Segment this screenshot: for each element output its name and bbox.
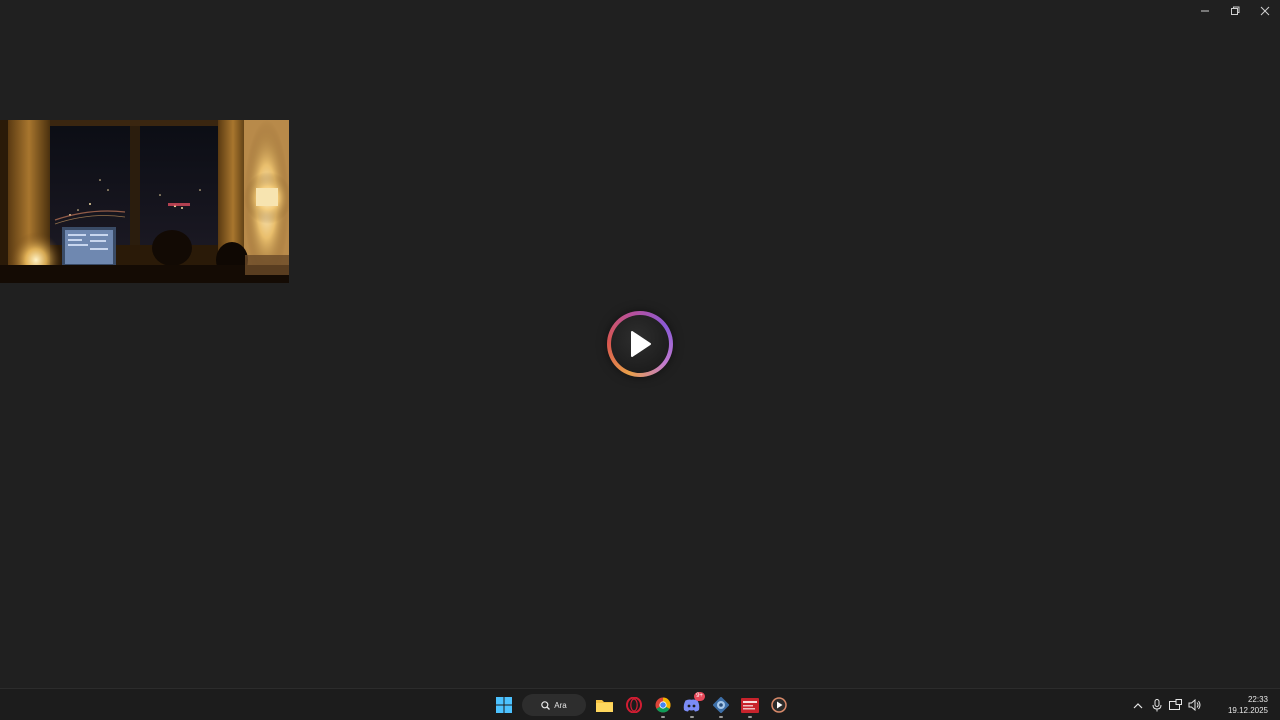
system-tray: 22:33 19.12.2025 [1128, 689, 1280, 720]
network-icon [1169, 699, 1182, 710]
restore-button[interactable] [1220, 0, 1250, 22]
window-controls [1190, 0, 1280, 22]
clock[interactable]: 22:33 19.12.2025 [1204, 694, 1280, 716]
running-indicator [660, 716, 665, 718]
taskbar-chrome[interactable] [648, 690, 677, 720]
opera-icon [625, 697, 642, 713]
minimize-icon [1201, 10, 1209, 12]
close-icon [1260, 6, 1270, 16]
network-button[interactable] [1166, 693, 1185, 717]
discord-badge: 9+ [694, 692, 705, 701]
volume-button[interactable] [1185, 693, 1204, 717]
taskbar-app-blue[interactable] [706, 690, 735, 720]
taskbar-app-red[interactable] [735, 690, 764, 720]
folder-icon [596, 700, 613, 712]
running-indicator [689, 716, 694, 718]
taskbar: Ara 9+ 22:33 19.12.2025 [0, 688, 1280, 720]
taskbar-search[interactable]: Ara [522, 694, 586, 716]
windows-icon [495, 697, 512, 713]
chevron-up-icon [1133, 702, 1142, 708]
microphone-icon [1152, 698, 1161, 711]
show-hidden-icons-button[interactable] [1128, 693, 1147, 717]
running-indicator [747, 716, 752, 718]
restore-icon [1231, 6, 1240, 15]
play-button-face [611, 315, 669, 373]
clock-date: 19.12.2025 [1227, 706, 1268, 715]
taskbar-discord[interactable]: 9+ [677, 690, 706, 720]
volume-icon [1188, 699, 1201, 711]
taskbar-media-player[interactable] [764, 690, 793, 720]
media-player-icon [770, 697, 787, 713]
video-thumbnail[interactable] [0, 120, 289, 283]
taskbar-opera[interactable] [619, 690, 648, 720]
minimize-button[interactable] [1190, 0, 1220, 22]
media-player-window: Ara 9+ 22:33 19.12.2025 [0, 0, 1280, 720]
running-indicator [718, 716, 723, 718]
close-button[interactable] [1250, 0, 1280, 22]
red-app-icon [740, 697, 759, 713]
play-icon [631, 331, 651, 357]
search-label: Ara [554, 700, 567, 710]
clock-time: 22:33 [1247, 695, 1268, 704]
taskbar-apps: Ara 9+ [489, 689, 793, 720]
room-scene-image [0, 120, 289, 283]
microphone-button[interactable] [1147, 693, 1166, 717]
play-button[interactable] [607, 311, 673, 377]
start-button[interactable] [489, 690, 518, 720]
taskbar-file-explorer[interactable] [590, 690, 619, 720]
chrome-icon [655, 697, 671, 713]
search-icon [541, 700, 551, 710]
gear-app-icon [712, 697, 729, 713]
